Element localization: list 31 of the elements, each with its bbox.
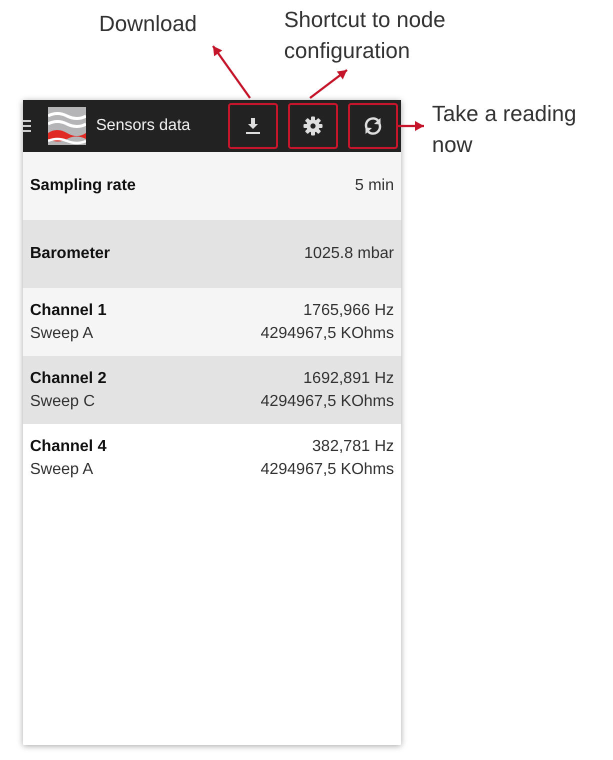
row-sub-value: 4294967,5 KOhms	[260, 460, 394, 478]
menu-icon[interactable]	[23, 119, 31, 133]
annotation-label: Take a reading now	[432, 100, 578, 159]
row-label: Channel 1	[30, 302, 106, 320]
row-label: Sampling rate	[30, 177, 136, 195]
app-title: Sensors data	[96, 117, 192, 135]
row-label: Channel 4	[30, 438, 106, 456]
settings-icon	[303, 116, 323, 136]
row-value: 1692,891 Hz	[303, 370, 394, 388]
waves-logo-icon	[48, 107, 86, 145]
annotation-label: Shortcut to node configuration	[284, 6, 446, 65]
row-value: 5 min	[354, 177, 394, 195]
row-value: 1025.8 mbar	[304, 245, 394, 263]
annotation-arrow	[396, 121, 424, 131]
settings-button[interactable]	[288, 103, 338, 149]
row-label: Barometer	[30, 245, 110, 263]
refresh-icon	[363, 116, 383, 136]
row-sub-label: Sweep A	[30, 324, 94, 342]
row-sub-label: Sweep A	[30, 460, 94, 478]
annotation-arrow	[309, 69, 348, 99]
download-icon	[244, 117, 262, 135]
row-sub-label: Sweep C	[30, 392, 95, 410]
refresh-button[interactable]	[348, 103, 398, 149]
row-value: 382,781 Hz	[312, 438, 394, 456]
row-value: 1765,966 Hz	[303, 302, 394, 320]
row-sub-value: 4294967,5 KOhms	[260, 392, 394, 410]
annotation-label: Download	[99, 10, 197, 38]
download-button[interactable]	[228, 103, 278, 149]
row-sub-value: 4294967,5 KOhms	[260, 324, 394, 342]
row-label: Channel 2	[30, 370, 106, 388]
annotation-arrow	[212, 45, 251, 99]
